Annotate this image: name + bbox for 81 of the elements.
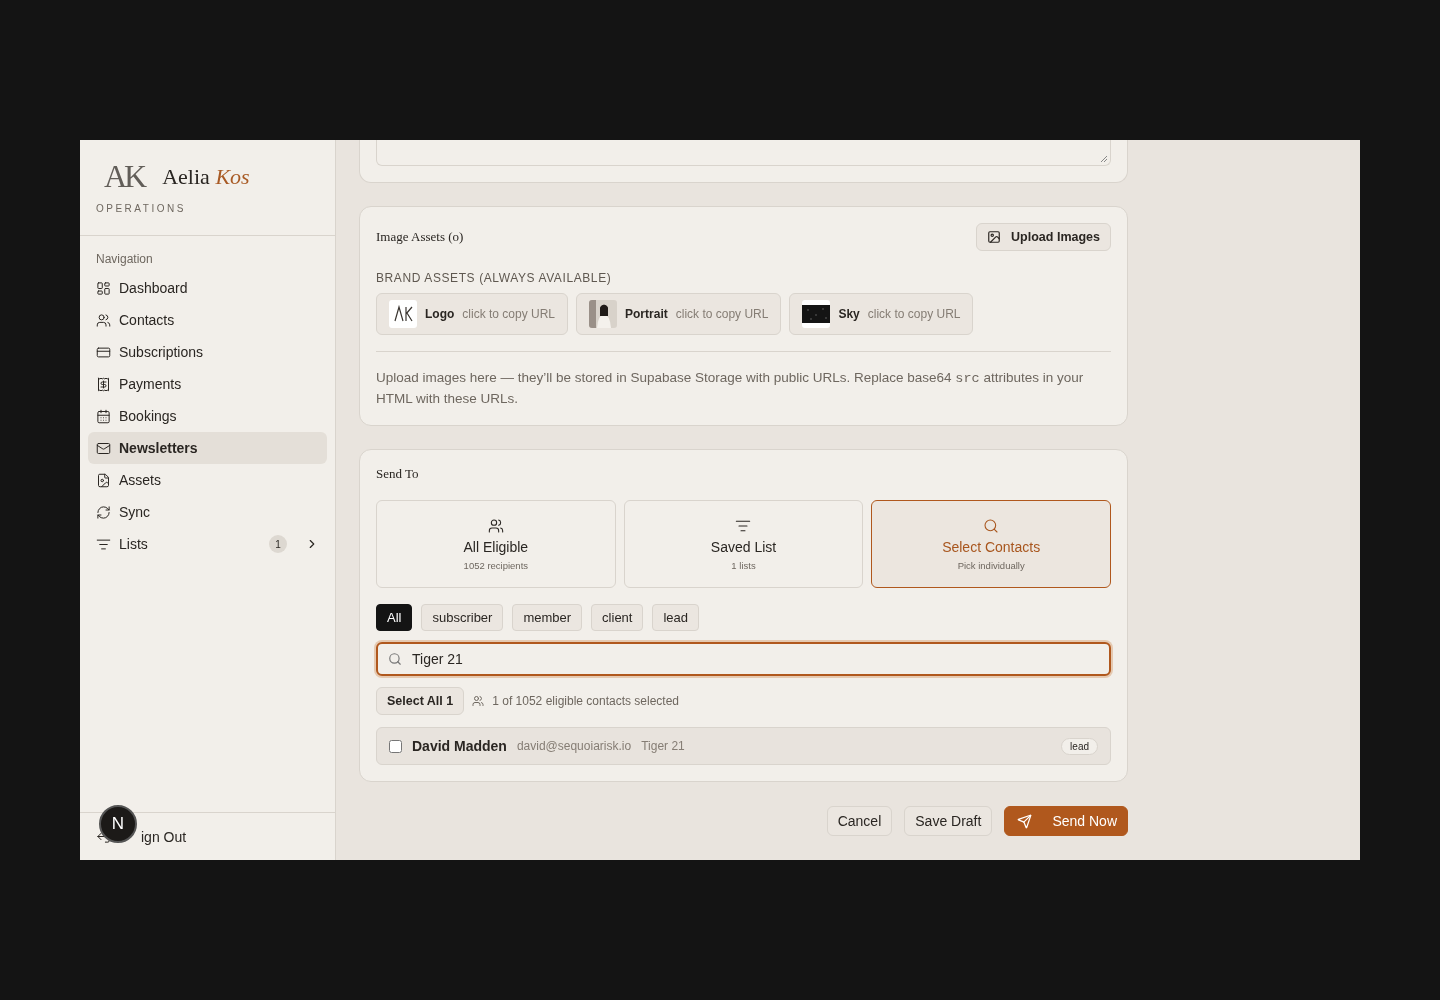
file-image-icon [96,472,111,488]
select-all-button[interactable]: Select All 1 [376,687,465,715]
nav-item[interactable]: Bookings [88,400,327,432]
asset-hint: click to copy URL [462,307,556,321]
nav-item[interactable]: Sync [88,496,327,528]
sync-icon [96,504,111,520]
dev-badge[interactable]: N [99,805,137,843]
audience-option[interactable]: Select Contacts Pick individually [871,500,1111,588]
asset-hint: click to copy URL [675,307,769,321]
audience-option[interactable]: All Eligible 1052 recipients [376,500,616,588]
search-icon [983,517,1000,534]
search-icon [388,652,402,666]
nav-heading: Navigation [95,252,154,268]
upload-button[interactable]: Upload Images [976,223,1111,251]
send-icon [1017,813,1033,829]
section-title: Image Assets (o) [376,229,464,245]
asset-name: Sky [838,307,860,321]
filter-chip[interactable]: client [591,604,644,631]
help-text: Upload images here — they’ll be stored in Supabase Storage with public URLs. Replace base64 src attributes in your HTML with these URLs. [376,369,1085,408]
brand-name: Aelia Kos [162,163,250,190]
audience-option[interactable]: Saved List 1 lists [623,500,864,588]
nav-item[interactable]: Assets [88,464,327,496]
tag-badge: lead [1061,737,1098,755]
contact-email: david@sequoiarisk.io [516,739,632,753]
option-title: Saved List [710,538,777,555]
nav-item[interactable]: Subscriptions [88,336,327,368]
action-button[interactable]: Save Draft [904,806,993,836]
nav-label: Newsletters [119,440,199,456]
asset-chip[interactable]: Portrait click to copy URL [576,293,782,335]
receipt-icon [96,376,111,392]
contact-company: Tiger 21 [641,739,685,753]
nav-item[interactable]: Lists 1 [88,528,327,560]
asset-chip[interactable]: Logo click to copy URL [376,293,569,335]
brand-subtitle: OPERATIONS [96,203,187,214]
nav-label: Sync [119,504,152,520]
calendar-icon [96,408,111,424]
nav-label: Dashboard [119,280,189,296]
option-subtitle: Pick individually [957,559,1025,571]
brand-assets-heading: BRAND ASSETS (ALWAYS AVAILABLE) [376,271,613,285]
nav-label: Bookings [119,408,178,424]
option-subtitle: 1052 recipients [463,559,529,571]
users-icon [472,695,485,707]
filter-icon [96,536,111,552]
option-subtitle: 1 lists [731,559,756,571]
asset-name: Portrait [625,307,668,321]
users-icon [487,517,504,534]
nav-item[interactable]: Payments [88,368,327,400]
brand-logo: AK [103,158,145,195]
checkbox[interactable] [389,739,402,753]
card-icon [96,344,111,360]
mail-icon [96,440,111,456]
nav-item[interactable]: Newsletters [88,432,327,464]
sign-out-link[interactable]: ign Out [141,828,187,845]
option-title: All Eligible [463,538,529,555]
nav-label: Payments [119,376,183,392]
section-title: Send To [376,466,420,482]
nav-item[interactable]: Dashboard [88,272,327,304]
contact-row[interactable]: David Madden david@sequoiarisk.io Tiger 21 lead [376,727,1111,765]
filter-chip[interactable]: member [512,604,583,631]
option-title: Select Contacts [942,538,1041,555]
nav-label: Contacts [119,312,176,328]
filter-chip[interactable]: subscriber [421,604,504,631]
nav-item[interactable]: Contacts [88,304,327,336]
asset-name: Logo [425,307,455,321]
users-icon [96,312,111,328]
filter-chip[interactable]: lead [652,604,700,631]
action-button[interactable]: Cancel [826,806,893,836]
asset-hint: click to copy URL [867,307,961,321]
asset-chip[interactable]: Sky click to copy URL [789,293,974,335]
selection-summary: 1 of 1052 eligible contacts selected [492,694,680,708]
dashboard-icon [96,280,111,296]
contact-name: David Madden [412,738,507,754]
resize-grip-icon[interactable] [1100,155,1108,163]
nav-label: Assets [119,472,162,488]
action-button[interactable]: Send Now [1004,806,1128,836]
nav-label: Lists [119,536,149,552]
filter-chip[interactable]: All [376,604,413,631]
image-icon [987,230,1002,244]
nav-label: Subscriptions [119,344,205,360]
search-field[interactable]: Tiger 21 [376,642,1111,676]
count-badge: 1 [269,535,287,553]
